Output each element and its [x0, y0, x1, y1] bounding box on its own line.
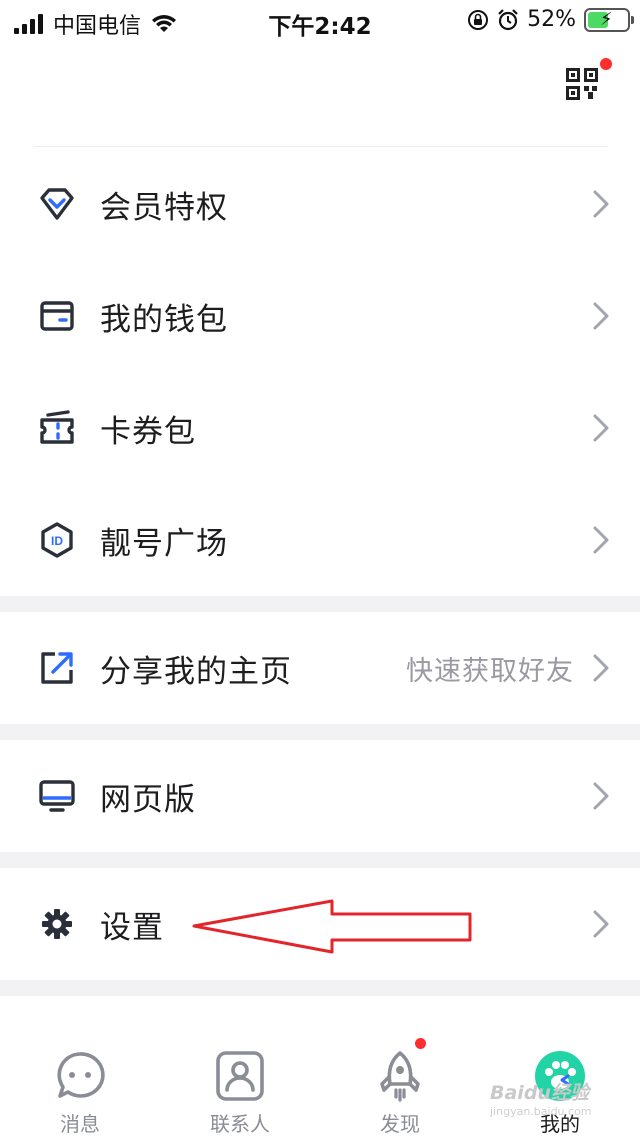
menu-item-pretty-id[interactable]: ID 靓号广场: [0, 484, 640, 596]
tab-contacts[interactable]: 联系人: [160, 1030, 320, 1136]
svg-text:ID: ID: [51, 534, 63, 548]
status-right: 52% ⚡: [467, 7, 634, 32]
contacts-icon: [216, 1051, 264, 1101]
chevron-right-icon: [593, 526, 609, 554]
qr-code-button[interactable]: [566, 68, 598, 100]
tab-label: 联系人: [210, 1112, 270, 1136]
divider: [34, 146, 608, 147]
wallet-icon: [40, 301, 74, 331]
chevron-right-icon: [593, 414, 609, 442]
diamond-icon: [40, 188, 74, 220]
baidu-watermark: Baidu经验 jingyan.baidu.com: [490, 1078, 592, 1118]
chat-bubble-icon: [57, 1052, 105, 1098]
qr-code-icon: [566, 68, 598, 100]
watermark-sub: jingyan.baidu.com: [490, 1105, 592, 1118]
menu-item-wallet[interactable]: 我的钱包: [0, 260, 640, 372]
rotation-lock-icon: [468, 9, 489, 30]
menu-label-wallet: 我的钱包: [100, 301, 228, 338]
menu-label-share: 分享我的主页: [100, 653, 292, 690]
chevron-right-icon: [593, 910, 609, 938]
section-gap: [0, 980, 640, 996]
monitor-icon: [39, 780, 75, 812]
menu-label-web: 网页版: [100, 781, 196, 818]
chevron-right-icon: [593, 782, 609, 810]
menu-item-share[interactable]: 分享我的主页 快速获取好友: [0, 612, 640, 724]
id-badge-icon: ID: [41, 522, 73, 558]
tab-label: 消息: [60, 1112, 100, 1136]
menu-label-pretty-id: 靓号广场: [100, 525, 228, 562]
battery-percent: 52%: [527, 7, 576, 32]
charging-bolt-icon: ⚡: [600, 8, 613, 30]
menu-label-coupons: 卡券包: [100, 413, 196, 450]
alarm-icon: [498, 8, 518, 30]
share-icon: [41, 652, 73, 684]
tab-label: 发现: [380, 1112, 420, 1136]
annotation-arrow: [192, 899, 472, 954]
tab-messages[interactable]: 消息: [0, 1030, 160, 1136]
section-gap: [0, 596, 640, 612]
chevron-right-icon: [593, 190, 609, 218]
ticket-icon: [40, 410, 74, 444]
status-bar: 中国电信 下午2:42 52% ⚡: [0, 0, 640, 42]
menu-hint-share: 快速获取好友: [406, 655, 574, 687]
chevron-right-icon: [593, 654, 609, 682]
menu-item-coupons[interactable]: 卡券包: [0, 372, 640, 484]
menu-label-settings: 设置: [100, 909, 164, 946]
qr-notification-dot: [600, 58, 612, 70]
battery-icon: ⚡: [584, 7, 634, 32]
tab-discover[interactable]: 发现: [320, 1030, 480, 1136]
watermark-text: Baidu经验: [490, 1082, 589, 1104]
discover-badge-dot: [415, 1038, 426, 1049]
menu-label-vip: 会员特权: [100, 189, 228, 226]
rocket-icon: [380, 1051, 420, 1102]
menu-item-vip[interactable]: 会员特权: [0, 148, 640, 260]
section-gap: [0, 852, 640, 868]
section-gap: [0, 724, 640, 740]
menu-item-web[interactable]: 网页版: [0, 740, 640, 852]
gear-icon: [42, 909, 72, 939]
chevron-right-icon: [593, 302, 609, 330]
